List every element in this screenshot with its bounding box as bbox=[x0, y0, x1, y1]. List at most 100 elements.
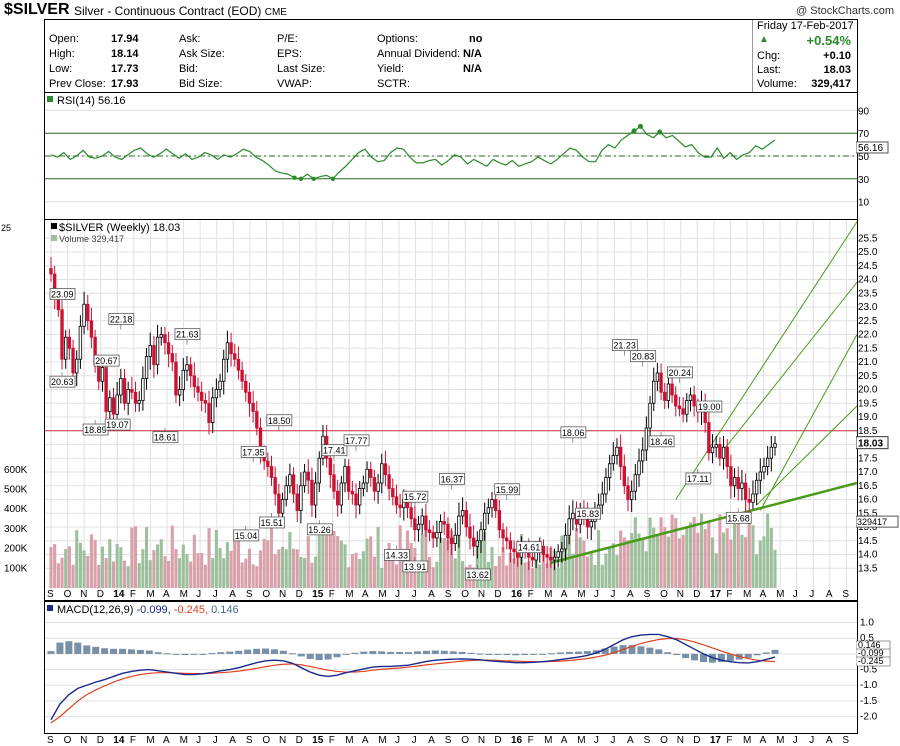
volume-bar bbox=[751, 525, 755, 588]
month-axis: S O N D 14 F M A M J J A S O N D 15 F M A M J J A S O N D 16 F M A M J J A S… bbox=[47, 589, 849, 600]
month-tick-label-bottom: M bbox=[146, 735, 154, 746]
price-candle-body bbox=[199, 391, 204, 401]
price-candle-body bbox=[376, 482, 380, 492]
macd-histogram-bar bbox=[691, 653, 699, 661]
month-tick-label: A bbox=[229, 589, 236, 600]
volume-bar bbox=[314, 556, 318, 588]
volume-bar bbox=[67, 546, 71, 588]
volume-bar bbox=[773, 549, 777, 588]
price-candle-body bbox=[358, 488, 362, 506]
price-candle-body bbox=[166, 342, 171, 355]
open-value: 17.94 bbox=[111, 33, 139, 45]
month-tick-label-bottom: A bbox=[561, 735, 568, 746]
price-candle-body bbox=[629, 490, 634, 500]
macd-tick-label: -2.0 bbox=[860, 712, 878, 723]
ask-size-label: Ask Size: bbox=[179, 48, 225, 60]
month-tick-label-bottom: M bbox=[743, 735, 751, 746]
price-candle-body bbox=[758, 471, 762, 481]
price-candle-body bbox=[725, 446, 729, 467]
price-annotation: 18.50 bbox=[268, 416, 291, 426]
symbol-title: $SILVER bbox=[4, 1, 70, 18]
macd-tick-label: 1.0 bbox=[860, 618, 874, 629]
price-panel: 23.09 20.63 18.89 19.07 22.18 20.67 21.63 18.61… bbox=[44, 219, 858, 601]
price-candle-body bbox=[313, 482, 318, 506]
volume-bar bbox=[240, 562, 244, 588]
price-candle-body bbox=[743, 482, 748, 500]
price-candle-body bbox=[196, 386, 200, 393]
volume-bar bbox=[122, 560, 127, 588]
month-tick-label: N bbox=[80, 589, 87, 600]
volume-bar bbox=[163, 556, 167, 588]
volume-bar bbox=[233, 535, 237, 588]
price-candle-body bbox=[133, 391, 138, 404]
volume-bar bbox=[586, 556, 590, 588]
price-candle-body bbox=[49, 268, 53, 275]
volume-bar bbox=[269, 526, 274, 588]
price-candle-body bbox=[486, 507, 491, 514]
month-tick-label: M bbox=[544, 589, 552, 600]
macd-histogram-bar bbox=[485, 653, 493, 655]
price-tick-label: 22.0 bbox=[858, 330, 878, 341]
rsi-oversold-mark bbox=[311, 176, 316, 181]
price-candle-body bbox=[740, 482, 744, 489]
volume-bar bbox=[299, 556, 303, 588]
month-tick-label: D bbox=[494, 589, 501, 600]
price-candle-body bbox=[229, 342, 233, 355]
volume-bar bbox=[736, 522, 740, 588]
price-candle-body bbox=[75, 358, 79, 374]
volume-bar bbox=[130, 527, 134, 588]
volume-bar bbox=[747, 518, 751, 588]
month-tick-label: N bbox=[279, 589, 286, 600]
volume-bar bbox=[328, 528, 332, 588]
volume-bar bbox=[133, 526, 138, 588]
month-tick-label: O bbox=[461, 589, 469, 600]
macd-histogram-bar bbox=[655, 649, 663, 654]
macd-histogram-bar bbox=[92, 646, 100, 654]
volume-bar bbox=[354, 552, 358, 588]
price-candle-body bbox=[747, 499, 751, 503]
volume-bar bbox=[108, 539, 112, 588]
volume-tick-label: 100K bbox=[4, 563, 28, 574]
macd-histogram-bar bbox=[369, 651, 377, 654]
macd-histogram-bar bbox=[673, 653, 681, 656]
price-candle-body bbox=[420, 515, 424, 525]
price-annotation: 15.99 bbox=[496, 485, 519, 495]
macd-histogram-bar bbox=[476, 653, 484, 655]
macd-histogram-bar bbox=[512, 653, 520, 656]
month-tick-label: M bbox=[776, 589, 784, 600]
volume-bar bbox=[755, 554, 759, 588]
volume-bar bbox=[714, 553, 718, 588]
price-candle-body bbox=[501, 529, 505, 539]
price-tick-label: 24.0 bbox=[858, 275, 878, 286]
macd-histogram-bar bbox=[127, 649, 135, 654]
month-tick-label: F bbox=[329, 589, 335, 600]
month-tick-label-bottom: 16 bbox=[511, 735, 523, 746]
price-candle-body bbox=[685, 400, 689, 415]
volume-bar bbox=[494, 566, 498, 588]
price-candle-body bbox=[86, 303, 90, 322]
price-candle-body bbox=[655, 372, 660, 382]
month-tick-label-bottom: J bbox=[213, 735, 218, 746]
volume-bar bbox=[758, 540, 762, 588]
volume-bar bbox=[295, 549, 299, 588]
macd-histogram-bar bbox=[333, 653, 341, 658]
price-candle-body bbox=[244, 380, 248, 393]
price-candle-body bbox=[126, 389, 130, 404]
macd-histogram-bar bbox=[47, 651, 55, 654]
month-tick-label: A bbox=[362, 589, 369, 600]
month-tick-label-bottom: S bbox=[246, 735, 253, 746]
last-price-label: 18.03 bbox=[858, 439, 883, 450]
volume-bar bbox=[578, 537, 582, 588]
month-tick-label: N bbox=[478, 589, 485, 600]
volume-bar bbox=[317, 535, 321, 588]
volume-bar bbox=[597, 530, 601, 588]
macd-histogram-bar bbox=[181, 653, 189, 656]
macd-histogram-bar bbox=[449, 651, 457, 654]
volume-bar bbox=[222, 558, 226, 588]
volume-bar bbox=[288, 531, 292, 588]
macd-histogram-bar bbox=[494, 653, 502, 655]
yield-label: Yield: bbox=[377, 63, 405, 75]
price-annotation: 18.61 bbox=[154, 433, 177, 443]
price-candle-body bbox=[416, 523, 421, 531]
macd-histogram-bar bbox=[253, 648, 261, 654]
